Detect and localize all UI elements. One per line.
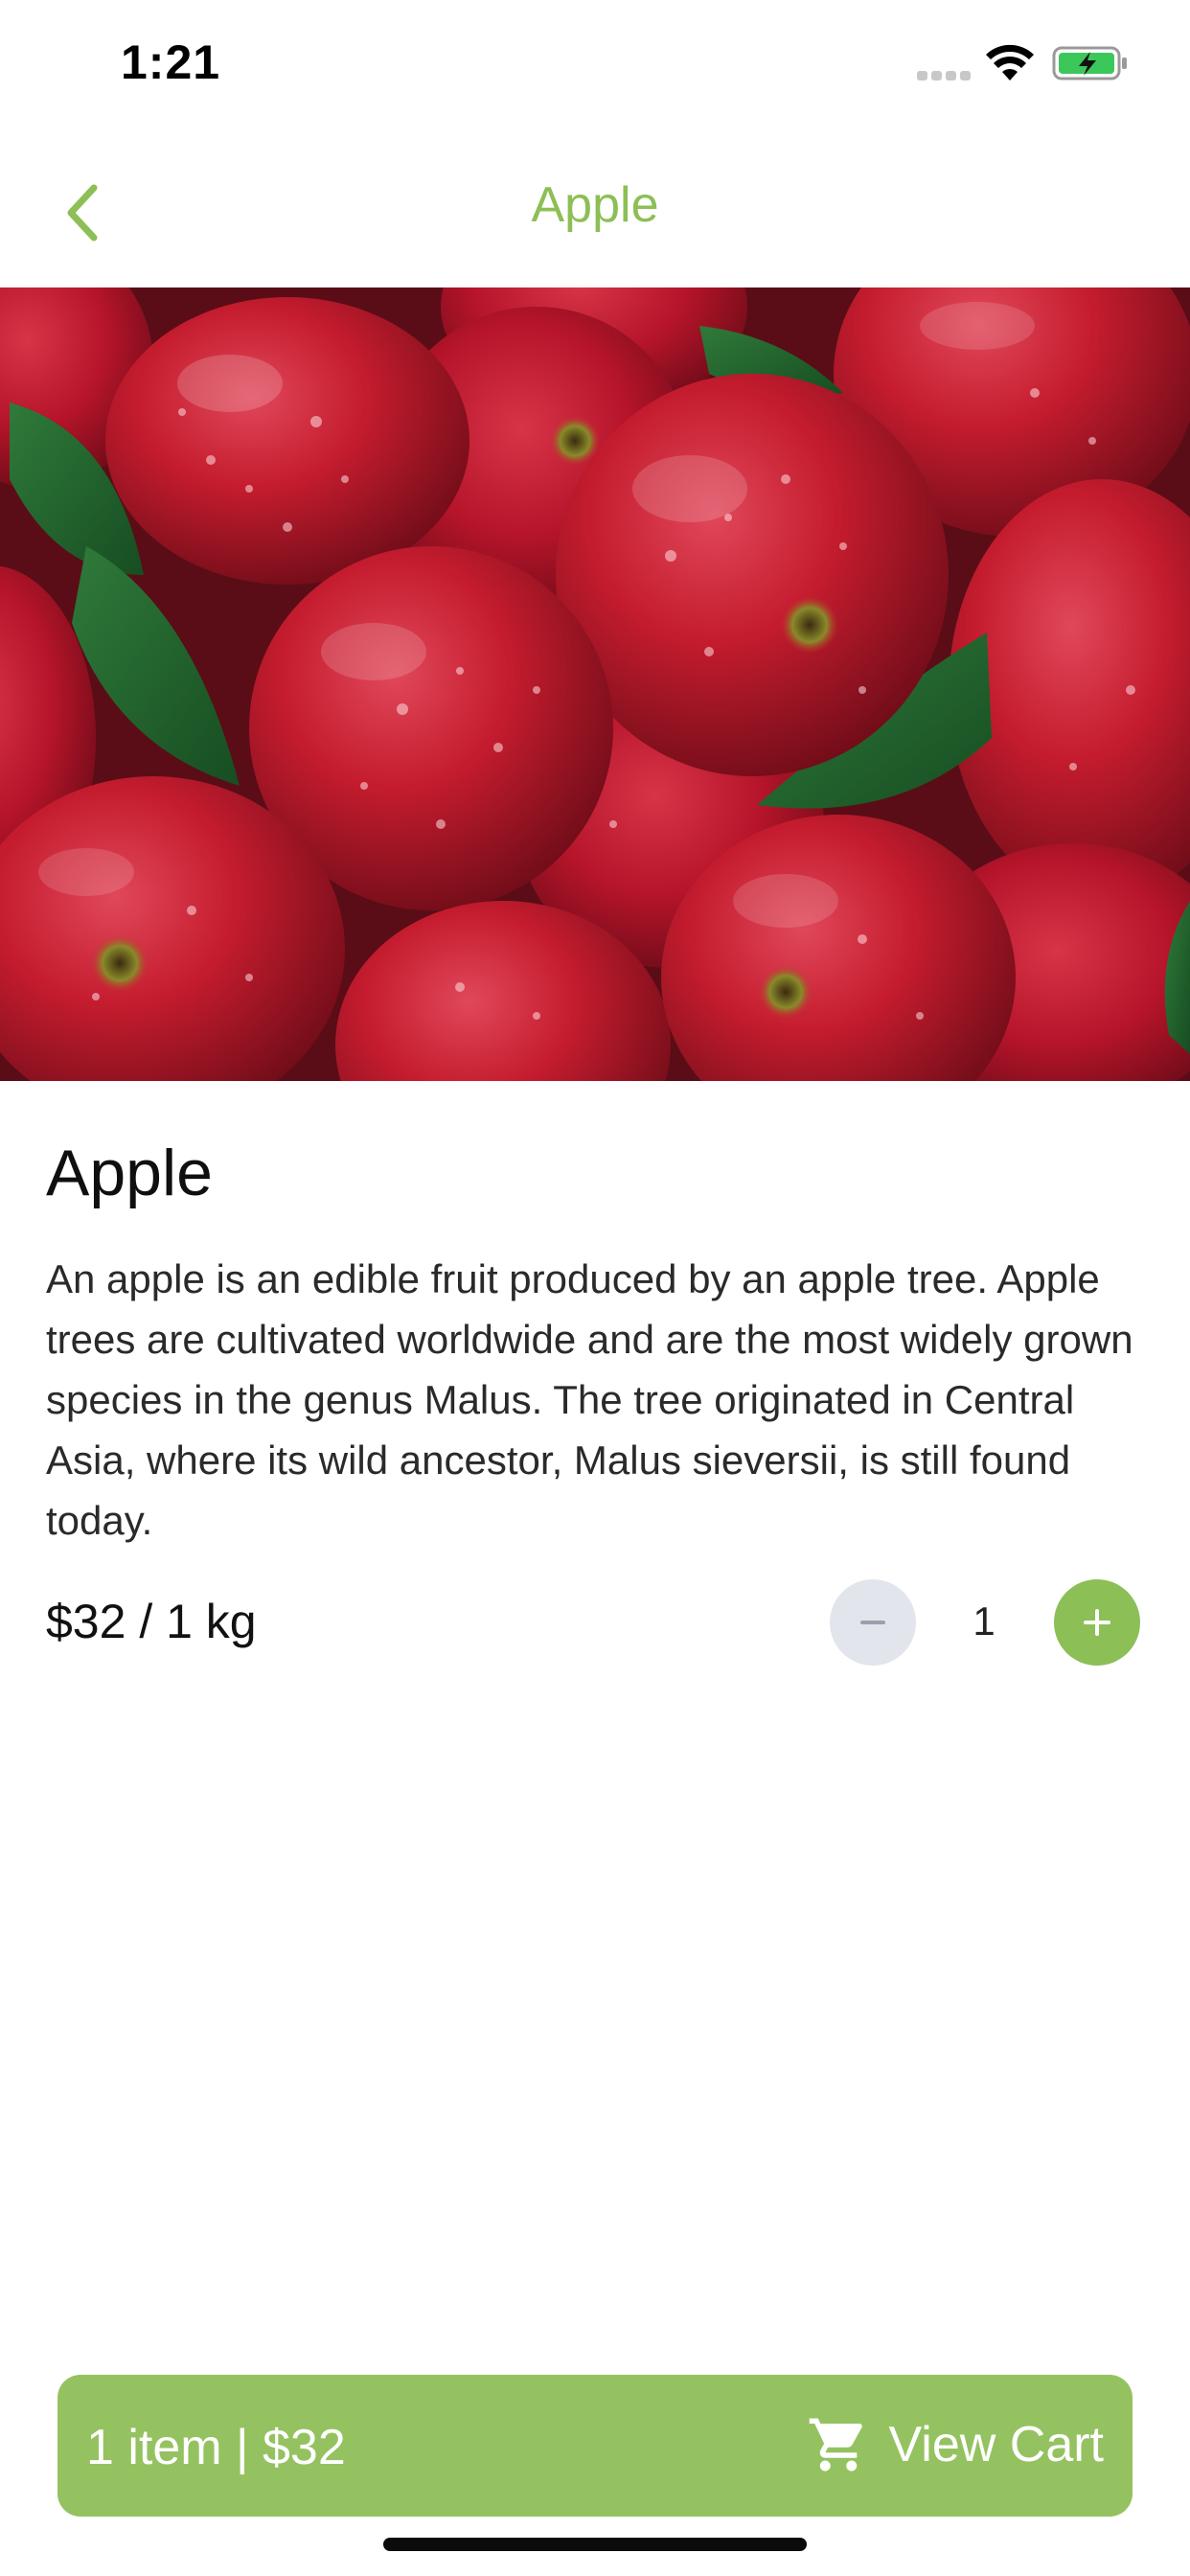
view-cart-label: View Cart (888, 2417, 1104, 2472)
product-price: $32 / 1 kg (46, 1595, 257, 1648)
quantity-value: 1 (973, 1598, 995, 1644)
status-time: 1:21 (121, 35, 221, 89)
cellular-signal-icon (917, 71, 971, 80)
view-cart-bar[interactable]: 1 item | $32 View Cart (57, 2375, 1133, 2517)
minus-icon (860, 1621, 885, 1624)
cart-summary: 1 item | $32 (86, 2420, 346, 2475)
wifi-icon (986, 44, 1034, 80)
product-image (0, 288, 1190, 1081)
home-indicator[interactable] (383, 2538, 807, 2551)
page-title: Apple (531, 177, 659, 233)
product-description: An apple is an edible fruit produced by … (46, 1256, 1133, 1543)
battery-charging-icon (1052, 46, 1127, 80)
status-bar: 1:21 (0, 0, 1190, 134)
product-detail-screen: 1:21 Apple Apple An apple is an edible f… (0, 0, 1190, 2576)
shopping-cart-icon (809, 2418, 862, 2472)
product-name: Apple (46, 1137, 213, 1209)
view-cart-button[interactable]: View Cart (807, 2413, 1104, 2476)
decrease-quantity-button[interactable] (830, 1579, 916, 1666)
nav-bar: Apple (0, 134, 1190, 288)
increase-quantity-button[interactable] (1054, 1579, 1140, 1666)
